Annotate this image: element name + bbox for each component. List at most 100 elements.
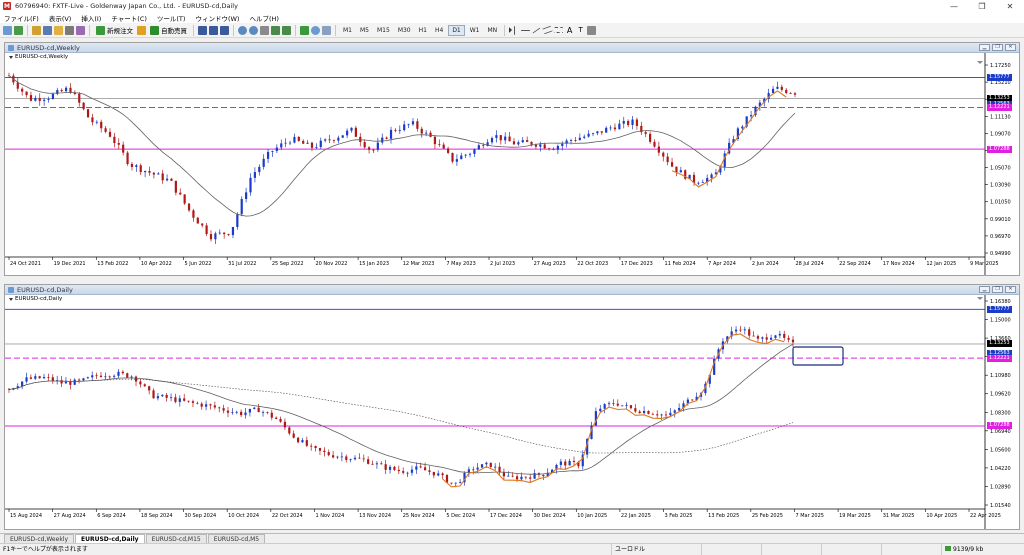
channel-icon[interactable]	[542, 25, 553, 35]
chart-window-icon	[8, 286, 14, 293]
menu-view[interactable]: 表示(V)	[49, 13, 72, 23]
navigator-icon[interactable]	[54, 25, 63, 35]
tab-daily[interactable]: EURUSD-cd,Daily	[75, 534, 145, 543]
date-tick-label: 31 Jul 2022	[228, 261, 256, 267]
candle-body	[29, 95, 33, 101]
tab-m5[interactable]: EURUSD-cd,M5	[207, 534, 266, 543]
tab-weekly[interactable]: EURUSD-cd,Weekly	[4, 534, 75, 543]
chart-window-icon	[8, 44, 14, 51]
menu-window[interactable]: ウィンドウ(W)	[195, 13, 239, 23]
daily-minimize-button[interactable]: ▁	[979, 286, 990, 293]
bar-chart-icon[interactable]	[198, 25, 207, 35]
timeframe-h1[interactable]: H1	[416, 25, 430, 36]
candle-body	[236, 214, 239, 227]
timeframe-d1[interactable]: D1	[448, 24, 465, 36]
daily-close-button[interactable]: ✕	[1005, 286, 1016, 293]
candle-body	[609, 127, 612, 129]
candle-body	[332, 140, 336, 142]
timeframe-m1[interactable]: M1	[340, 25, 355, 36]
menu-chart[interactable]: チャート(C)	[111, 13, 147, 23]
candle-body	[245, 192, 248, 200]
trendline-icon[interactable]	[532, 27, 541, 33]
timeframe-m15[interactable]: M15	[374, 25, 393, 36]
weekly-close-button[interactable]: ✕	[1005, 44, 1016, 51]
candle-body	[200, 403, 203, 407]
daily-chart-area[interactable]: 1.163801.150001.136601.123101.109801.096…	[5, 295, 1019, 529]
candle-body	[253, 172, 256, 178]
new-chart-icon[interactable]	[3, 25, 12, 35]
tab-m15[interactable]: EURUSD-cd,M15	[145, 534, 207, 543]
candle-body	[332, 455, 335, 458]
indicators-icon[interactable]	[300, 25, 309, 35]
candle-body	[568, 460, 571, 466]
candle-body	[587, 133, 590, 137]
timeframe-h4[interactable]: H4	[432, 25, 446, 36]
auto-scroll-icon[interactable]	[282, 25, 291, 35]
metaeditor-icon[interactable]	[137, 25, 146, 35]
candle-body	[367, 147, 371, 150]
timeframe-m5[interactable]: M5	[357, 25, 372, 36]
app-logo-icon: M	[3, 2, 11, 10]
date-tick-label: 10 Apr 2025	[926, 513, 957, 519]
candle-body	[697, 182, 700, 184]
title-bar: M 60796940: FXTF-Live - Goldenway Japan …	[0, 0, 1024, 12]
date-tick-label: 11 Feb 2024	[665, 261, 696, 267]
fibonacci-icon[interactable]	[554, 27, 564, 33]
data-window-icon[interactable]	[43, 25, 52, 35]
highlight-box	[792, 346, 844, 366]
weekly-restore-button[interactable]: ❐	[992, 44, 1003, 51]
timeframe-mn[interactable]: MN	[485, 25, 501, 36]
profiles-icon[interactable]	[14, 25, 23, 35]
menu-help[interactable]: ヘルプ(H)	[249, 13, 278, 23]
line-chart-icon[interactable]	[220, 25, 229, 35]
candle-body	[78, 94, 81, 103]
arrows-icon[interactable]	[587, 25, 597, 35]
weekly-chart-svg[interactable]: 1.172501.152101.131701.111301.090701.070…	[5, 53, 1019, 275]
candle-body	[318, 448, 322, 451]
menu-insert[interactable]: 挿入(I)	[81, 13, 101, 23]
timeframe-w1[interactable]: W1	[467, 25, 483, 36]
chart-shift-icon[interactable]	[271, 25, 280, 35]
menu-tools[interactable]: ツール(T)	[157, 13, 186, 23]
weekly-chart-area[interactable]: 1.172501.152101.131701.111301.090701.070…	[5, 53, 1019, 275]
candle-body	[91, 375, 94, 378]
tile-windows-icon[interactable]	[260, 25, 269, 35]
maximize-button[interactable]: ❐	[968, 0, 996, 12]
candle-body	[143, 384, 146, 387]
templates-icon[interactable]	[322, 25, 331, 35]
market-watch-icon[interactable]	[32, 25, 41, 35]
horizontal-line-icon[interactable]	[521, 29, 531, 31]
minimize-button[interactable]: —	[940, 0, 968, 12]
new-order-button[interactable]: 新規注文	[94, 24, 135, 36]
close-button[interactable]: ✕	[996, 0, 1024, 12]
label-tool-icon[interactable]: T	[576, 26, 585, 35]
menu-file[interactable]: ファイル(F)	[4, 13, 39, 23]
timeframe-m30[interactable]: M30	[395, 25, 414, 36]
text-tool-icon[interactable]: A	[565, 26, 574, 35]
periods-icon[interactable]	[311, 25, 320, 35]
candle-body	[226, 410, 230, 413]
daily-chart-svg[interactable]: 1.163801.150001.136601.123101.109801.096…	[5, 295, 1019, 529]
candle-body	[411, 121, 415, 125]
candle-body	[543, 144, 546, 149]
weekly-chart-titlebar: EURUSD-cd,Weekly ▁ ❐ ✕	[5, 43, 1019, 53]
candlestick-icon[interactable]	[209, 25, 218, 35]
candle-body	[218, 407, 221, 409]
price-tag-label: 1.12221	[987, 103, 1012, 111]
weekly-minimize-button[interactable]: ▁	[979, 44, 990, 51]
candle-body	[743, 329, 746, 331]
terminal-icon[interactable]	[65, 25, 74, 35]
candle-body	[302, 140, 305, 144]
candle-body	[135, 165, 138, 168]
candle-body	[752, 335, 755, 337]
vertical-line-icon[interactable]	[514, 25, 519, 35]
cursor-icon[interactable]	[509, 27, 513, 33]
candle-body	[235, 411, 238, 413]
candle-body	[442, 144, 445, 149]
daily-restore-button[interactable]: ❐	[992, 286, 1003, 293]
auto-trading-button[interactable]: 自動売買	[148, 24, 189, 36]
zoom-in-icon[interactable]	[238, 25, 247, 35]
strategy-tester-icon[interactable]	[76, 25, 85, 35]
zoom-out-icon[interactable]	[249, 25, 258, 35]
candle-body	[398, 130, 401, 131]
